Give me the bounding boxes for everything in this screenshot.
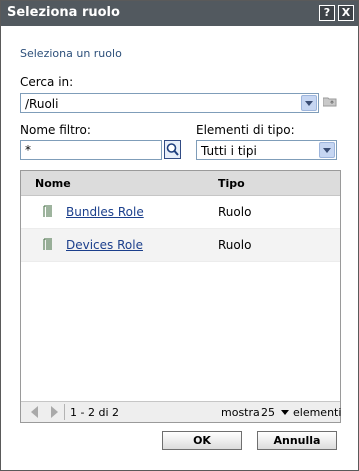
pagination-divider (64, 404, 65, 420)
item-type-select[interactable]: Tutti i tipi (196, 140, 337, 160)
dialog-subtitle: Seleziona un ruolo (20, 47, 122, 60)
help-button[interactable]: ? (319, 5, 335, 21)
cancel-button[interactable]: Annulla (257, 431, 337, 450)
role-name-link[interactable]: Devices Role (66, 238, 143, 252)
role-type: Ruolo (218, 205, 252, 219)
table-row[interactable]: Devices Role Ruolo (21, 229, 340, 262)
role-type: Ruolo (218, 238, 252, 252)
show-label: mostra (221, 406, 260, 419)
dialog-title: Seleziona ruolo (7, 5, 120, 20)
table-row[interactable]: Bundles Role Ruolo (21, 196, 340, 229)
look-in-value: /Ruoli (25, 97, 59, 111)
page-size-select[interactable]: 25 (261, 406, 275, 419)
chevron-down-icon[interactable] (319, 142, 335, 158)
look-in-select[interactable]: /Ruoli (20, 93, 319, 113)
pagination-bar: 1 - 2 di 2 mostra 25 elementi (21, 401, 342, 422)
next-page-icon[interactable] (51, 406, 58, 418)
chevron-down-icon[interactable] (281, 410, 289, 415)
column-header-name[interactable]: Nome (35, 177, 71, 190)
role-icon (43, 205, 52, 217)
grid-header: Nome Tipo (21, 171, 340, 196)
look-in-label: Cerca in: (20, 75, 74, 89)
previous-page-icon[interactable] (31, 406, 38, 418)
folder-up-icon[interactable] (323, 96, 337, 107)
role-name-link[interactable]: Bundles Role (66, 205, 144, 219)
results-grid: Nome Tipo Bundles Role Ruolo Devices Rol… (20, 170, 341, 423)
item-type-label: Elementi di tipo: (196, 123, 295, 137)
chevron-down-icon[interactable] (301, 95, 317, 111)
items-label: elementi (293, 406, 342, 419)
filter-name-label: Nome filtro: (20, 123, 91, 137)
search-icon (166, 143, 179, 156)
column-header-type[interactable]: Tipo (218, 177, 245, 190)
page-range: 1 - 2 di 2 (70, 406, 119, 419)
ok-button[interactable]: OK (162, 431, 242, 450)
role-icon (43, 238, 52, 250)
select-role-dialog: Seleziona ruolo ? X Seleziona un ruolo C… (0, 0, 359, 471)
filter-name-input[interactable]: * (20, 140, 162, 160)
title-bar: Seleziona ruolo ? X (1, 1, 358, 26)
search-button[interactable] (164, 140, 181, 159)
close-button[interactable]: X (338, 5, 354, 21)
item-type-value: Tutti i tipi (201, 144, 257, 158)
